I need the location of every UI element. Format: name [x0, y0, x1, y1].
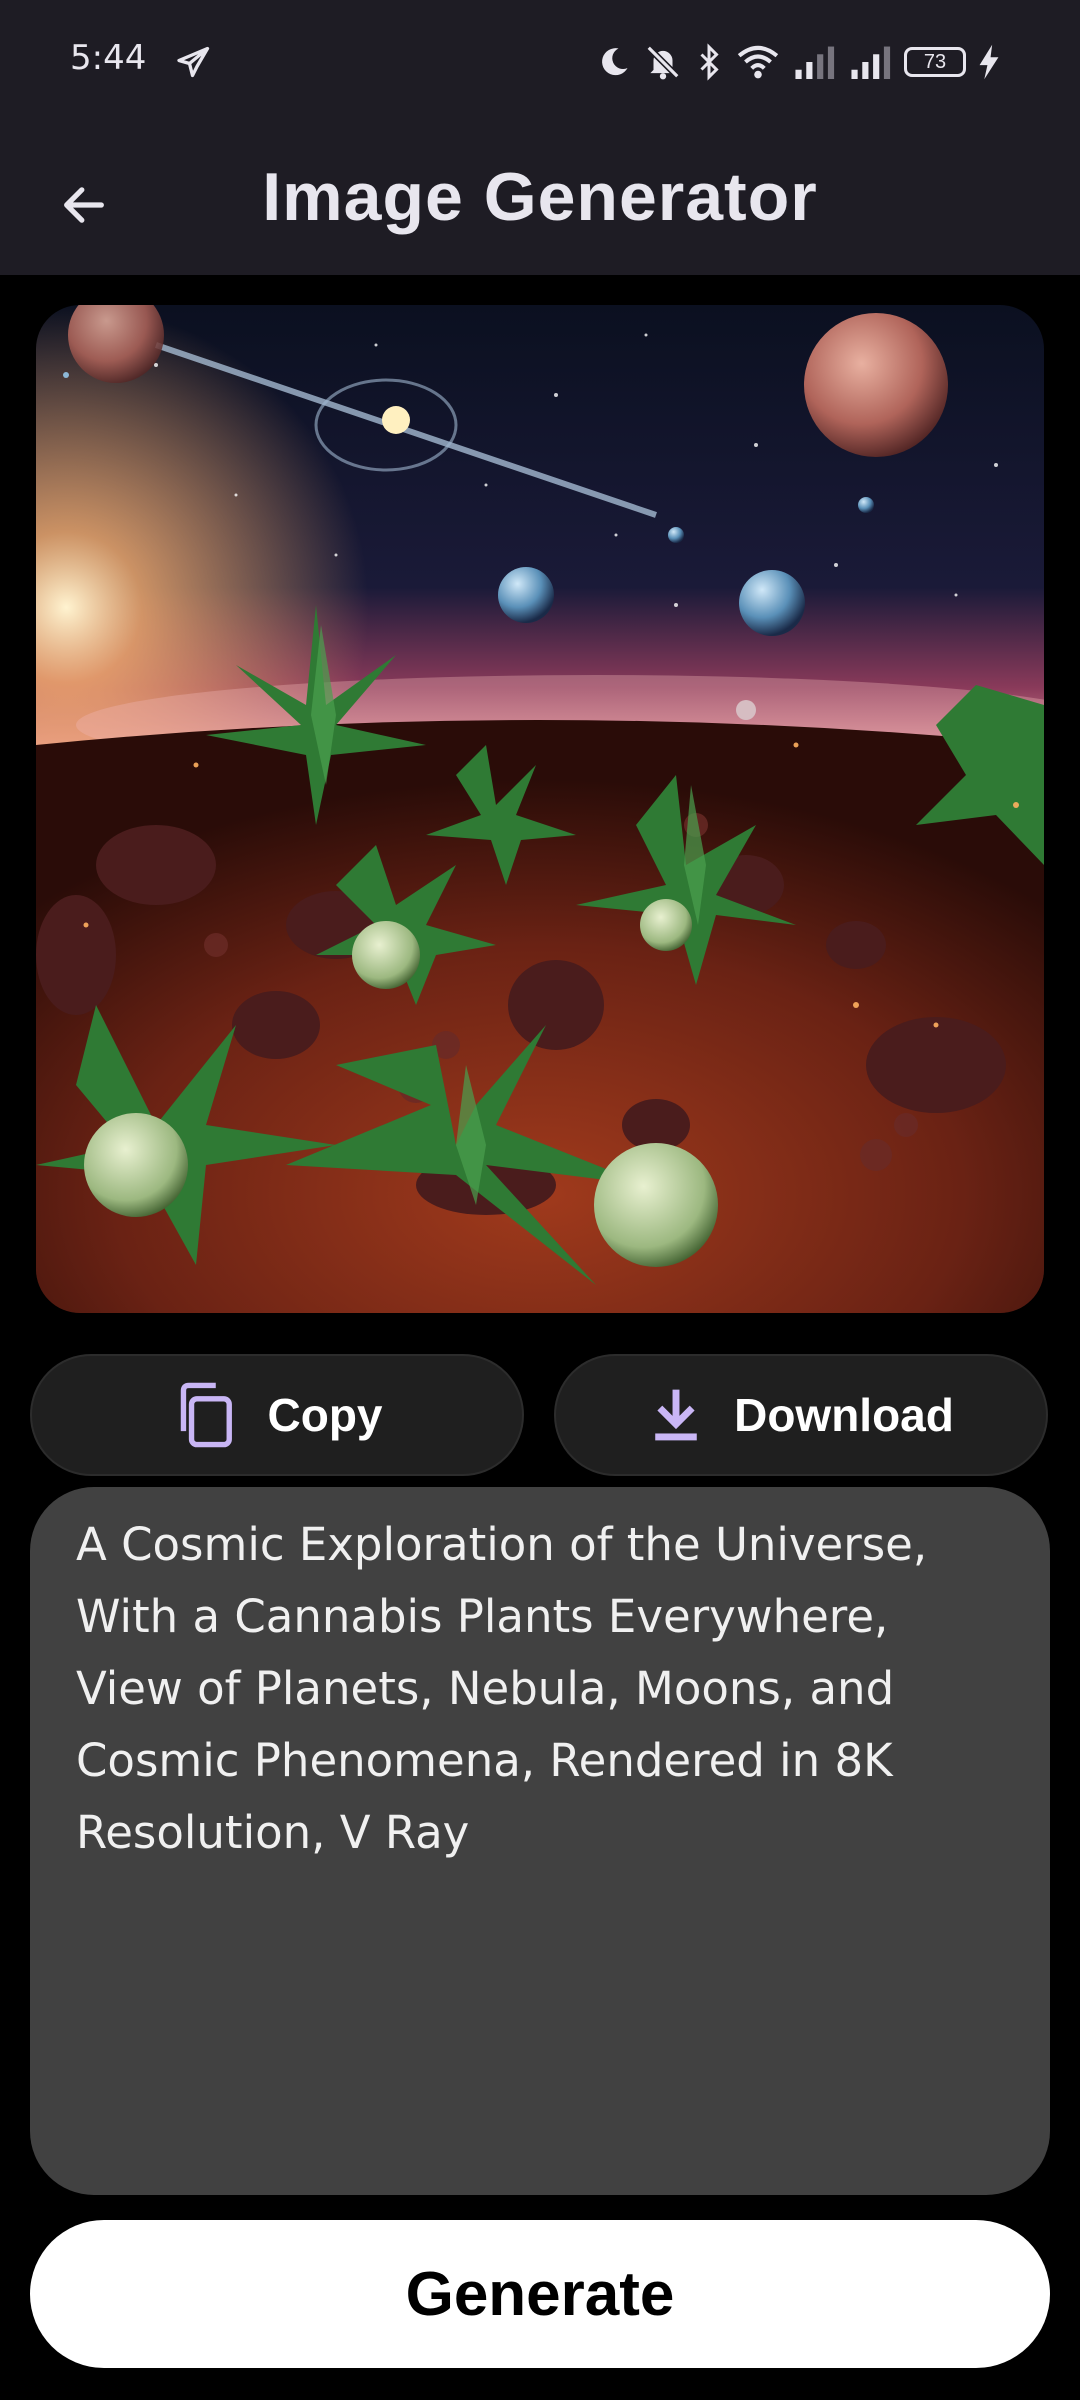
bluetooth-icon	[700, 43, 719, 81]
copy-button[interactable]: Copy	[30, 1354, 524, 1476]
wifi-icon	[737, 45, 779, 79]
generated-image	[36, 305, 1044, 1313]
prompt-text: A Cosmic Exploration of the Universe, Wi…	[76, 1518, 942, 1859]
generate-label: Generate	[405, 2259, 675, 2329]
download-icon	[655, 1389, 697, 1441]
bell-off-icon	[646, 45, 680, 80]
battery-level: 73	[923, 50, 947, 73]
battery-icon: 73	[904, 47, 966, 77]
signal-icon	[851, 46, 891, 79]
status-icons: 73	[596, 40, 1000, 84]
moon-icon	[602, 48, 628, 76]
app-bar: Image Generator	[0, 120, 1080, 275]
generate-button[interactable]: Generate	[30, 2220, 1050, 2368]
download-button[interactable]: Download	[554, 1354, 1048, 1476]
status-time: 5:44	[70, 38, 147, 78]
status-bar: 5:44 73	[0, 0, 1080, 120]
signal-icon	[795, 46, 835, 79]
prompt-input[interactable]: A Cosmic Exploration of the Universe, Wi…	[30, 1487, 1050, 2195]
page-title: Image Generator	[262, 159, 818, 235]
download-label: Download	[734, 1389, 954, 1441]
copy-icon	[180, 1382, 232, 1448]
charging-icon	[979, 44, 999, 80]
telegram-icon	[177, 46, 210, 78]
copy-label: Copy	[267, 1389, 383, 1441]
